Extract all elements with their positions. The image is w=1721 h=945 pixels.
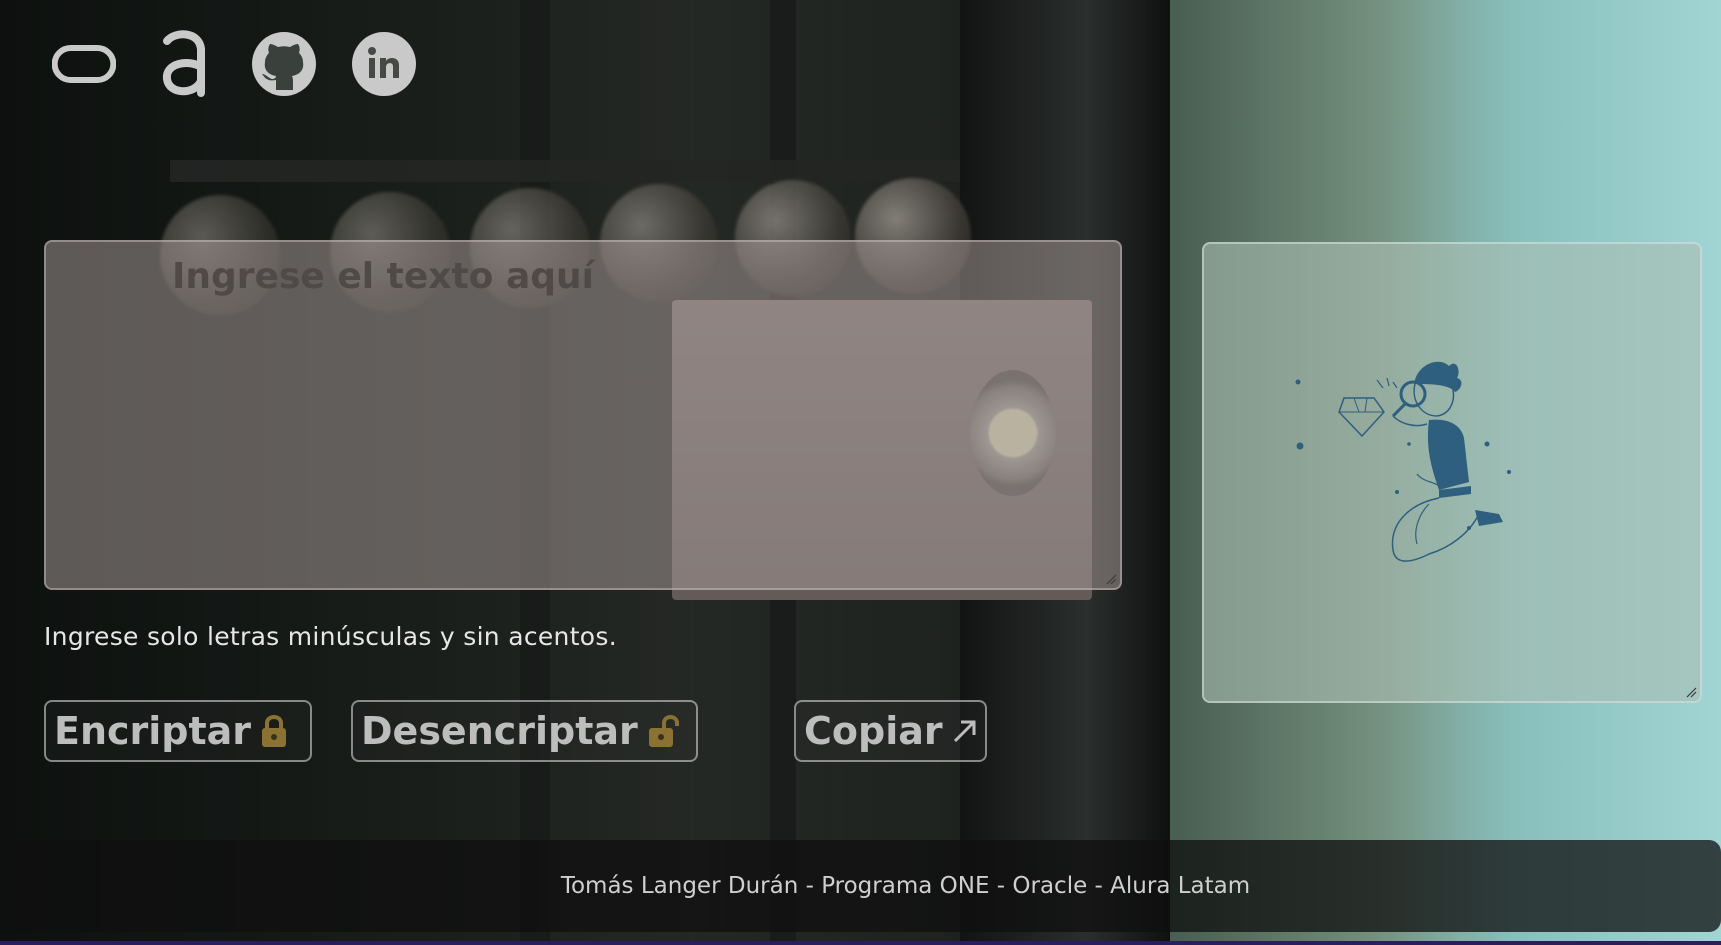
text-input-area[interactable]: Ingrese el texto aquí	[44, 240, 1122, 590]
copy-label: Copiar	[804, 709, 943, 753]
resize-grip-icon[interactable]	[1105, 573, 1117, 585]
decrypt-label: Desencriptar	[361, 709, 638, 753]
input-placeholder: Ingrese el texto aquí	[172, 256, 594, 297]
encrypt-button[interactable]: Encriptar	[44, 700, 312, 762]
person-with-magnifier-illustration	[1295, 361, 1511, 562]
decrypt-button[interactable]: Desencriptar	[351, 700, 698, 762]
resize-grip-icon[interactable]	[1685, 686, 1697, 698]
github-icon[interactable]	[252, 32, 316, 96]
lock-closed-icon	[259, 713, 289, 749]
copy-button[interactable]: Copiar	[794, 700, 987, 762]
footer: Tomás Langer Durán - Programa ONE - Orac…	[8, 840, 1721, 932]
alura-icon[interactable]	[152, 30, 216, 97]
oracle-icon[interactable]	[52, 32, 116, 96]
arrow-up-right-icon	[951, 717, 979, 745]
footer-credit: Tomás Langer Durán - Programa ONE - Orac…	[560, 873, 1251, 899]
input-hint: Ingrese solo letras minúsculas y sin ace…	[44, 622, 617, 651]
linkedin-icon[interactable]	[352, 32, 416, 96]
encrypt-label: Encriptar	[54, 709, 252, 753]
output-area[interactable]	[1202, 242, 1702, 703]
bottom-border	[0, 941, 1721, 945]
social-links	[52, 30, 416, 97]
lock-open-icon	[646, 713, 680, 749]
